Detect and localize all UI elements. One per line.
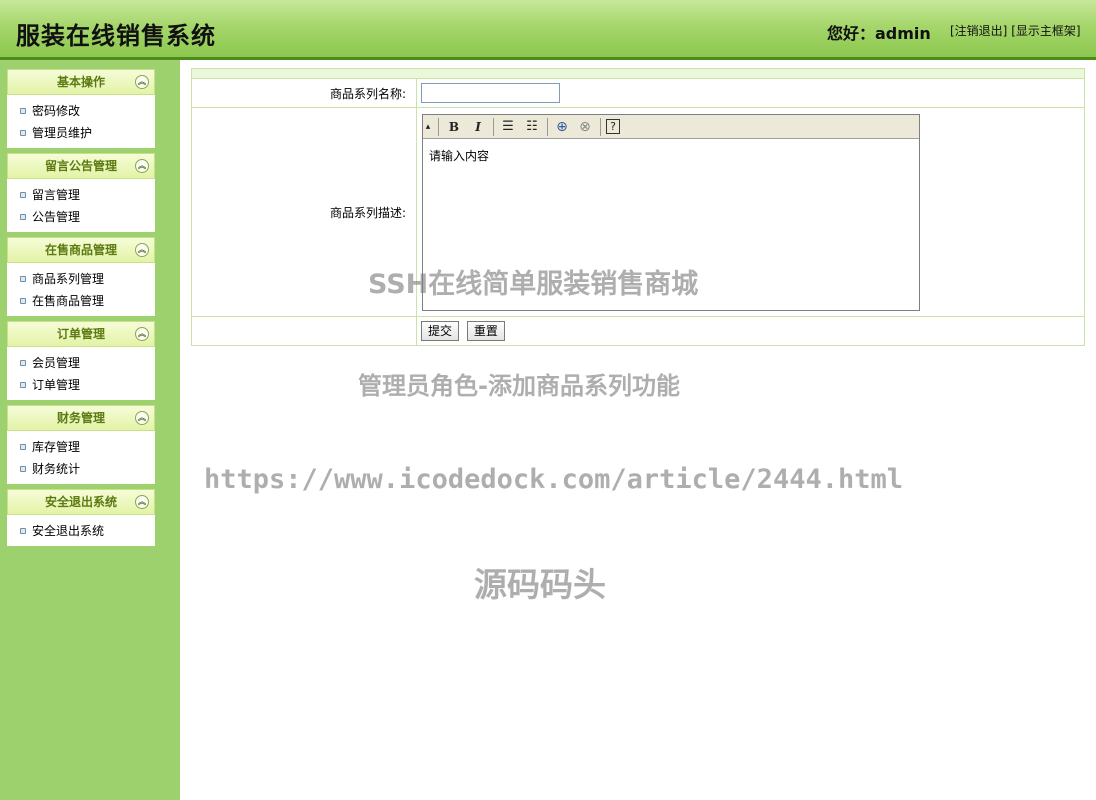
collapse-chevron-icon[interactable]: ︽ <box>135 495 149 509</box>
collapse-chevron-icon[interactable]: ︽ <box>135 243 149 257</box>
panel-finance: 财务管理 ︽ 库存管理 财务统计 <box>7 405 155 484</box>
italic-icon[interactable]: I <box>469 118 487 136</box>
watermark-title: SSH在线简单服装销售商城 <box>368 269 699 300</box>
sidebar-item-members[interactable]: 会员管理 <box>7 352 155 374</box>
unlink-icon[interactable]: ⊗ <box>576 118 594 136</box>
sidebar-item-label: 安全退出系统 <box>32 524 105 538</box>
reset-button[interactable]: 重置 <box>466 321 505 341</box>
sidebar-item-label: 管理员维护 <box>32 126 93 140</box>
form-top-bar <box>191 68 1085 78</box>
watermark-brand: 源码码头 <box>474 565 606 604</box>
panel-title: 留言公告管理 <box>44 159 117 173</box>
toolbar-collapse-icon[interactable]: ▴ <box>423 118 433 136</box>
bullet-icon <box>20 382 26 388</box>
sidebar-item-orders[interactable]: 订单管理 <box>7 374 155 396</box>
app-header: 服装在线销售系统 您好：admin [注销退出] [显示主框架] <box>0 0 1096 60</box>
sidebar-item-messages[interactable]: 留言管理 <box>7 184 155 206</box>
bullet-icon <box>20 466 26 472</box>
header-links: [注销退出] [显示主框架] <box>950 22 1081 39</box>
sidebar-item-label: 密码修改 <box>32 104 81 118</box>
panel-header[interactable]: 财务管理 ︽ <box>7 405 155 431</box>
panel-title: 安全退出系统 <box>44 495 117 509</box>
bullet-icon <box>20 528 26 534</box>
sidebar-item-safe-logout[interactable]: 安全退出系统 <box>7 520 155 542</box>
bullet-icon <box>20 130 26 136</box>
bullet-icon <box>20 444 26 450</box>
panel-header[interactable]: 基本操作 ︽ <box>7 69 155 95</box>
series-name-input[interactable] <box>421 83 560 103</box>
link-icon[interactable]: ⊕ <box>553 118 571 136</box>
sidebar-item-admin-maintain[interactable]: 管理员维护 <box>7 122 155 144</box>
buttons-row-label <box>191 316 417 346</box>
unordered-list-icon[interactable]: ☷ <box>523 118 541 136</box>
bullet-icon <box>20 276 26 282</box>
panel-header[interactable]: 安全退出系统 ︽ <box>7 489 155 515</box>
panel-products: 在售商品管理 ︽ 商品系列管理 在售商品管理 <box>7 237 155 316</box>
panel-header[interactable]: 留言公告管理 ︽ <box>7 153 155 179</box>
sidebar-item-announcements[interactable]: 公告管理 <box>7 206 155 228</box>
sidebar-item-label: 订单管理 <box>32 378 81 392</box>
bullet-icon <box>20 298 26 304</box>
sidebar-item-label: 公告管理 <box>32 210 81 224</box>
sidebar-item-label: 会员管理 <box>32 356 81 370</box>
add-series-form: 商品系列名称: 商品系列描述: ▴ B I ☰ ☷ ⊕ ⊗ ? 请输入内容 提交… <box>191 78 1085 346</box>
watermark-url: https://www.icodedock.com/article/2444.h… <box>204 464 903 495</box>
editor-toolbar: ▴ B I ☰ ☷ ⊕ ⊗ ? <box>423 114 919 139</box>
submit-button[interactable]: 提交 <box>421 321 460 341</box>
sidebar-item-product-series[interactable]: 商品系列管理 <box>7 268 155 290</box>
sidebar-item-products-on-sale[interactable]: 在售商品管理 <box>7 290 155 312</box>
ordered-list-icon[interactable]: ☰ <box>499 118 517 136</box>
panel-title: 基本操作 <box>56 75 105 89</box>
sidebar-item-label: 商品系列管理 <box>32 272 105 286</box>
panel-basic-ops: 基本操作 ︽ 密码修改 管理员维护 <box>7 69 155 148</box>
bullet-icon <box>20 214 26 220</box>
collapse-chevron-icon[interactable]: ︽ <box>135 75 149 89</box>
sidebar-item-password[interactable]: 密码修改 <box>7 100 155 122</box>
panel-header[interactable]: 在售商品管理 ︽ <box>7 237 155 263</box>
sidebar-item-label: 财务统计 <box>32 462 81 476</box>
panel-orders: 订单管理 ︽ 会员管理 订单管理 <box>7 321 155 400</box>
collapse-chevron-icon[interactable]: ︽ <box>135 327 149 341</box>
sidebar-item-label: 在售商品管理 <box>32 294 105 308</box>
logout-link[interactable]: [注销退出] <box>950 24 1007 38</box>
panel-title: 订单管理 <box>56 327 105 341</box>
app-title: 服装在线销售系统 <box>16 22 216 50</box>
collapse-chevron-icon[interactable]: ︽ <box>135 159 149 173</box>
bold-icon[interactable]: B <box>445 118 463 136</box>
main-content: 商品系列名称: 商品系列描述: ▴ B I ☰ ☷ ⊕ ⊗ ? 请输入内容 提交… <box>191 68 1085 346</box>
bullet-icon <box>20 108 26 114</box>
sidebar-item-label: 留言管理 <box>32 188 81 202</box>
user-greeting: 您好：admin <box>827 24 931 43</box>
sidebar-item-finance-stats[interactable]: 财务统计 <box>7 458 155 480</box>
panel-logout: 安全退出系统 ︽ 安全退出系统 <box>7 489 155 546</box>
collapse-chevron-icon[interactable]: ︽ <box>135 411 149 425</box>
show-main-frame-link[interactable]: [显示主框架] <box>1011 24 1080 38</box>
series-name-label: 商品系列名称: <box>191 78 417 108</box>
sidebar-item-inventory[interactable]: 库存管理 <box>7 436 155 458</box>
panel-title: 在售商品管理 <box>44 243 117 257</box>
watermark-subtitle: 管理员角色-添加商品系列功能 <box>358 372 680 400</box>
help-icon[interactable]: ? <box>606 118 620 134</box>
panel-header[interactable]: 订单管理 ︽ <box>7 321 155 347</box>
sidebar-item-label: 库存管理 <box>32 440 81 454</box>
bullet-icon <box>20 192 26 198</box>
panel-messages: 留言公告管理 ︽ 留言管理 公告管理 <box>7 153 155 232</box>
panel-title: 财务管理 <box>56 411 105 425</box>
bullet-icon <box>20 360 26 366</box>
sidebar: 基本操作 ︽ 密码修改 管理员维护 留言公告管理 ︽ 留言管理 公告管理 在售商… <box>0 60 180 800</box>
